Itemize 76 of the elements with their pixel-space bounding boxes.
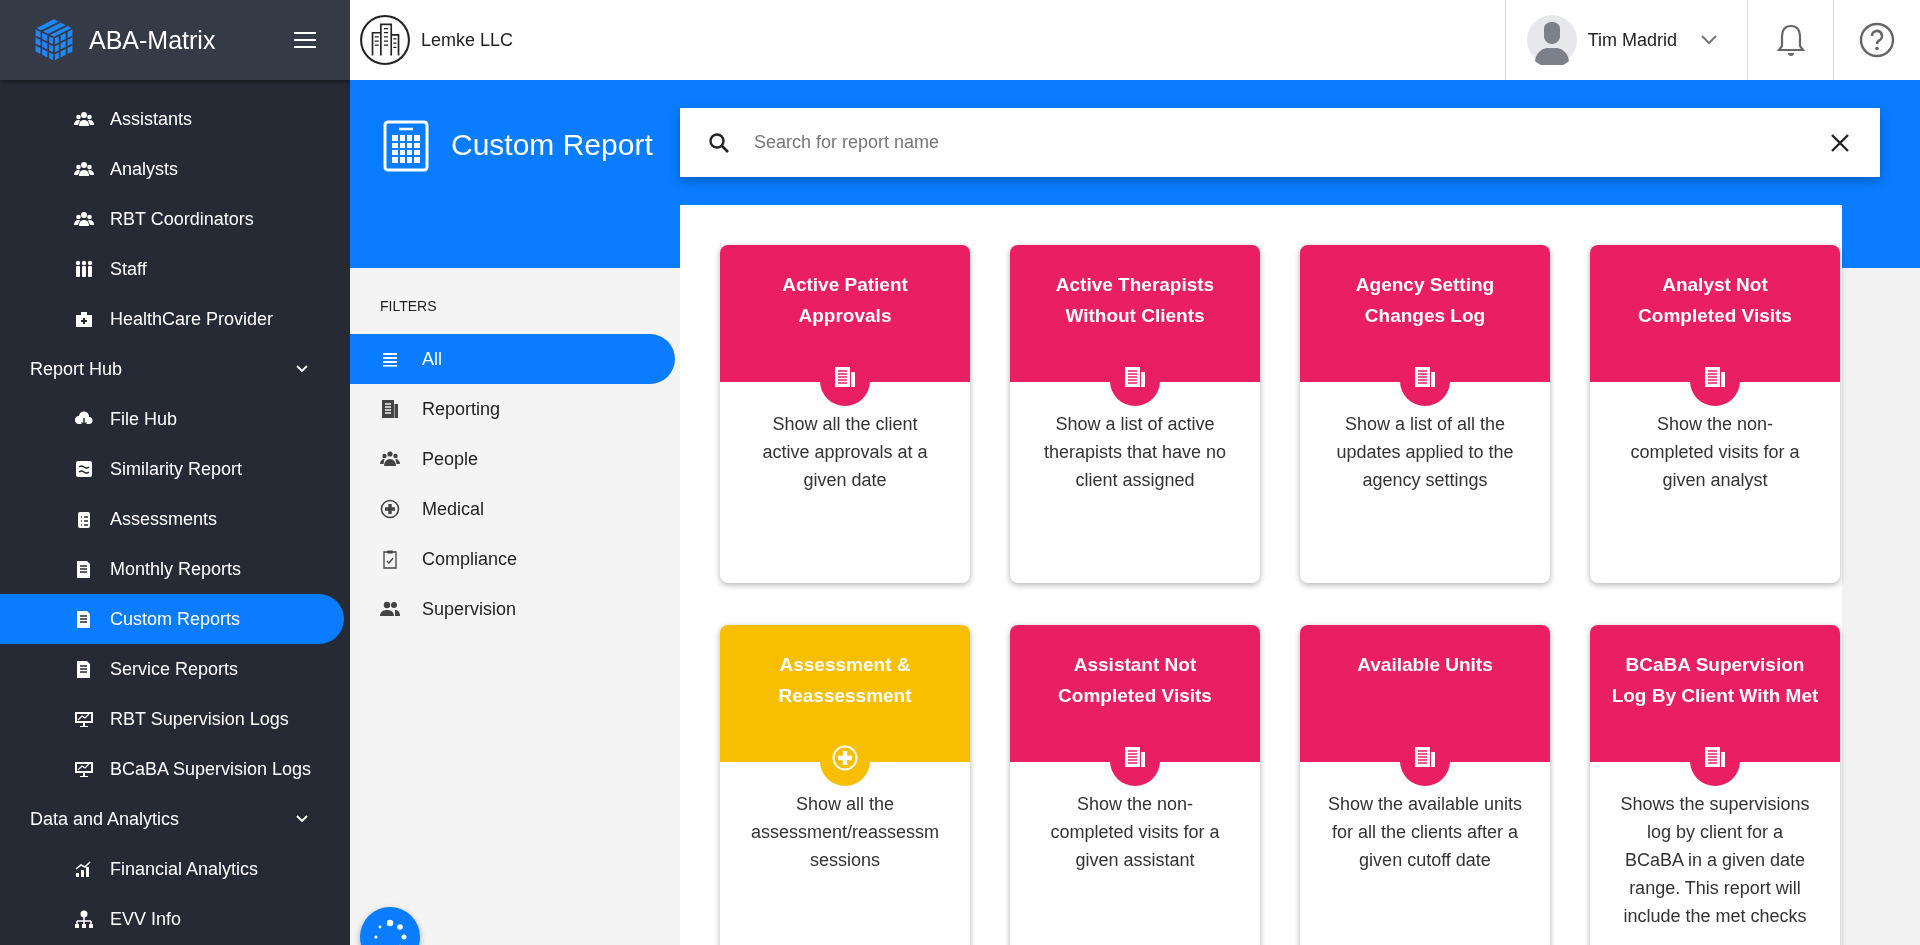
user-menu[interactable]: Tim Madrid bbox=[1504, 0, 1748, 80]
card-description: Show all the client active approvals at a given date bbox=[761, 413, 929, 492]
kit-icon bbox=[74, 309, 94, 329]
spreadsheet-icon bbox=[383, 120, 429, 172]
sidebar-item[interactable]: Monthly Reports bbox=[0, 544, 344, 594]
chevron-icon bbox=[296, 365, 308, 373]
people-icon bbox=[74, 159, 94, 179]
filters-heading: FILTERS bbox=[379, 298, 438, 314]
app-name: ABA-Matrix bbox=[89, 25, 217, 55]
building-logo-icon bbox=[359, 14, 411, 66]
card-title: Agency Setting Changes Log bbox=[1354, 273, 1496, 328]
card-description: Shows the supervisions log by client for a BCaBA in a given date range. This report will include the met checks bbox=[1619, 793, 1811, 928]
sidebar-item[interactable]: File Hub bbox=[0, 394, 344, 444]
search-icon bbox=[708, 132, 730, 154]
card-title: Active Therapists Without Clients bbox=[1054, 273, 1216, 328]
people-icon bbox=[74, 109, 94, 129]
people-icon bbox=[380, 449, 400, 469]
report-card[interactable]: Analyst Not Completed Visits Show the non-completed visits for a given analyst bbox=[1590, 245, 1840, 583]
filter-item[interactable]: All bbox=[350, 334, 675, 384]
sidebar-item[interactable]: Similarity Report bbox=[0, 444, 344, 494]
plus-circle-icon bbox=[380, 499, 400, 519]
company-name: Lemke LLC bbox=[421, 29, 514, 51]
card-description: Show the non-completed visits for a given analyst bbox=[1629, 413, 1801, 492]
sidebar-item[interactable]: Analysts bbox=[0, 144, 344, 194]
close-icon[interactable] bbox=[1830, 133, 1850, 153]
chevron-icon bbox=[296, 815, 308, 823]
sidebar-item[interactable]: Assessments bbox=[0, 494, 344, 544]
filter-item[interactable]: Compliance bbox=[350, 534, 675, 584]
filter-item[interactable]: Supervision bbox=[350, 584, 675, 634]
sidebar-item[interactable]: Staff bbox=[0, 244, 344, 294]
monitor-icon bbox=[74, 759, 94, 779]
sidebar-item[interactable]: Assistants bbox=[0, 94, 344, 144]
caret-icon bbox=[1701, 35, 1717, 45]
people-icon bbox=[74, 209, 94, 229]
avatar-icon bbox=[1526, 15, 1577, 65]
card-title: Available Units bbox=[1357, 653, 1493, 677]
card-title: Analyst Not Completed Visits bbox=[1637, 273, 1793, 328]
card-description: Show a list of all the updates applied to the agency settings bbox=[1335, 413, 1515, 492]
card-title: Assistant Not Completed Visits bbox=[1057, 653, 1213, 708]
report-card[interactable]: Active Patient Approvals Show all the client active approvals at a given date bbox=[720, 245, 970, 583]
sidebar-item[interactable]: RBT Supervision Logs bbox=[0, 694, 344, 744]
wave-icon bbox=[74, 459, 94, 479]
sidebar-item[interactable]: Custom Reports bbox=[0, 594, 344, 644]
card-title: Assessment & Reassessment bbox=[777, 653, 913, 708]
report-card[interactable]: Available Units Show the available units for all the clients after a given cutoff date bbox=[1300, 625, 1550, 945]
card-title: BCaBA Supervision Log By Client With Met bbox=[1611, 653, 1819, 708]
people-icon bbox=[380, 599, 400, 619]
search-field[interactable]: Search for report name bbox=[680, 108, 1880, 177]
clipboard-icon bbox=[380, 549, 400, 569]
sidebar-item[interactable]: BCaBA Supervision Logs bbox=[0, 744, 344, 794]
report-card[interactable]: BCaBA Supervision Log By Client With Met Shows the supervisions log by client for a BCaBA in a given date range. This report will include the met checks bbox=[1590, 625, 1840, 945]
card-description: Show the non-completed visits for a given assistant bbox=[1049, 793, 1221, 872]
tree-icon bbox=[74, 909, 94, 929]
card-description: Show a list of active therapists that have no client assigned bbox=[1042, 413, 1228, 492]
monitor-icon bbox=[74, 709, 94, 729]
filter-item[interactable]: People bbox=[350, 434, 675, 484]
report-card[interactable]: Active Therapists Without Clients Show a list of active therapists that have no client assigned bbox=[1010, 245, 1260, 583]
filter-item[interactable]: Medical bbox=[350, 484, 675, 534]
report-card[interactable]: Assistant Not Completed Visits Show the non-completed visits for a given assistant bbox=[1010, 625, 1260, 945]
card-title: Active Patient Approvals bbox=[781, 273, 909, 328]
sidebar-section[interactable]: Data and Analytics bbox=[0, 794, 350, 844]
page-title: Custom Report bbox=[451, 128, 653, 162]
sidebar-item[interactable]: RBT Coordinators bbox=[0, 194, 344, 244]
chart-icon bbox=[74, 859, 94, 879]
document-icon bbox=[380, 399, 400, 419]
card-description: Show all the assessment/reassessm sessions bbox=[749, 793, 941, 872]
sidebar-item[interactable]: EVV Info bbox=[0, 894, 344, 944]
report-card[interactable]: Assessment & Reassessment Show all the assessment/reassessm sessions bbox=[720, 625, 970, 945]
sidebar-section[interactable]: Report Hub bbox=[0, 344, 350, 394]
sidebar-item[interactable]: Service Reports bbox=[0, 644, 344, 694]
card-description: Show the available units for all the clients after a given cutoff date bbox=[1326, 793, 1524, 872]
filter-item[interactable]: Reporting bbox=[350, 384, 675, 434]
staff-icon bbox=[74, 259, 94, 279]
report-card[interactable]: Agency Setting Changes Log Show a list of all the updates applied to the agency settings bbox=[1300, 245, 1550, 583]
sidebar-item[interactable]: Financial Analytics bbox=[0, 844, 344, 894]
sidebar-item[interactable]: HealthCare Provider bbox=[0, 294, 344, 344]
